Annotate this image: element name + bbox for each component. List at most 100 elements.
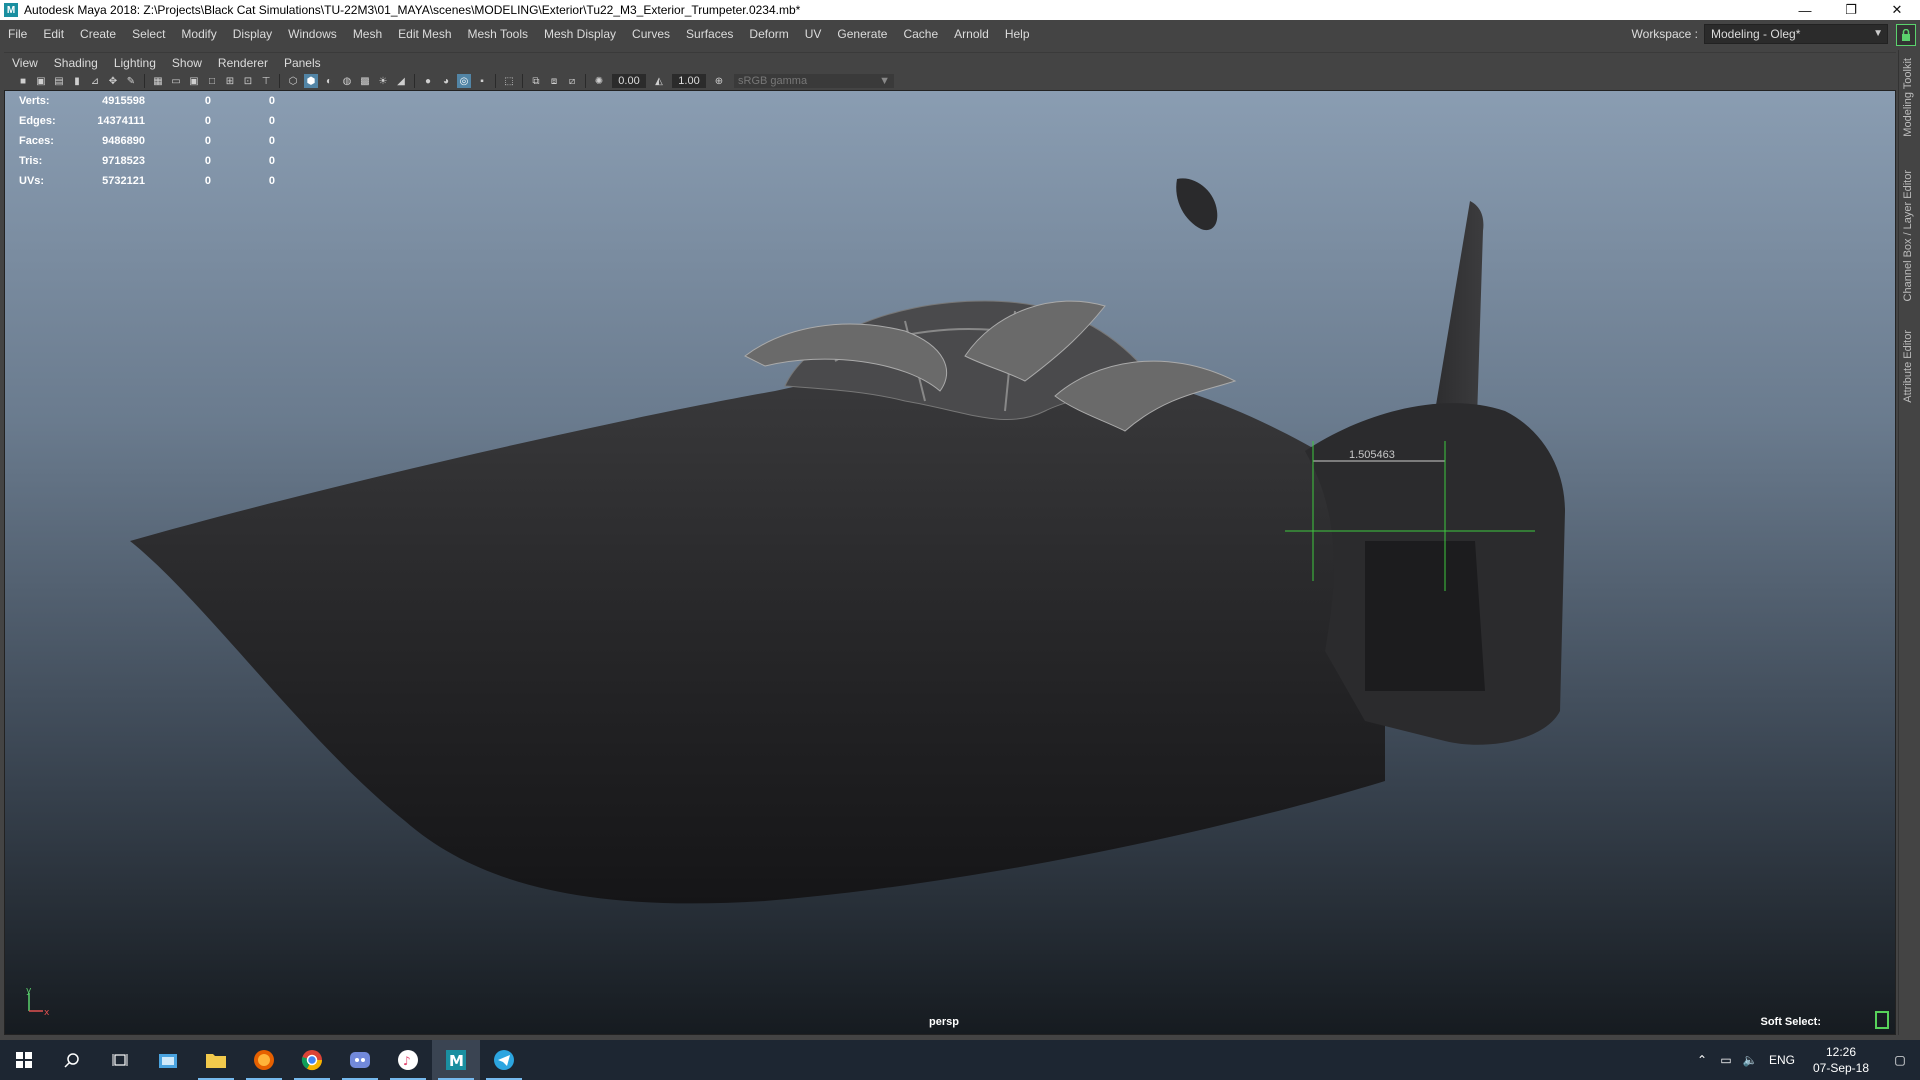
resolution-gate-icon[interactable]: ▣ xyxy=(187,74,201,88)
telegram-button[interactable] xyxy=(480,1040,528,1080)
network-icon[interactable]: ▭ xyxy=(1714,1053,1738,1067)
menu-mesh-tools[interactable]: Mesh Tools xyxy=(460,20,536,50)
safe-title-icon[interactable]: ⊤ xyxy=(259,74,273,88)
hud-value: 5732121 xyxy=(102,175,145,187)
depth-of-field-icon[interactable]: ▪ xyxy=(475,74,489,88)
menu-modify[interactable]: Modify xyxy=(173,20,224,50)
menu-mesh-display[interactable]: Mesh Display xyxy=(536,20,624,50)
panel-menu-shading[interactable]: Shading xyxy=(46,56,106,70)
workspace-label: Workspace : xyxy=(1631,27,1698,41)
hud-component: 0 xyxy=(268,135,275,147)
menu-surfaces[interactable]: Surfaces xyxy=(678,20,741,50)
xray-active-components-icon[interactable]: ⧈ xyxy=(547,74,561,88)
firefox-icon xyxy=(254,1050,274,1070)
volume-icon[interactable]: 🔈 xyxy=(1738,1053,1762,1067)
camera-attributes-icon[interactable]: ▤ xyxy=(52,74,66,88)
close-button[interactable]: ✕ xyxy=(1874,0,1920,20)
grid-icon[interactable]: ▦ xyxy=(151,74,165,88)
wireframe-on-shaded-icon[interactable]: ◍ xyxy=(340,74,354,88)
menu-mesh[interactable]: Mesh xyxy=(345,20,390,50)
use-all-lights-icon[interactable]: ☀ xyxy=(376,74,390,88)
chrome-button[interactable] xyxy=(288,1040,336,1080)
discord-button[interactable] xyxy=(336,1040,384,1080)
default-material-icon[interactable]: ◐ xyxy=(322,74,336,88)
hud-label: Tris: xyxy=(19,155,43,167)
clock[interactable]: 12:26 07-Sep-18 xyxy=(1802,1044,1880,1076)
motion-blur-icon[interactable]: ◕ xyxy=(439,74,453,88)
chevron-up-icon[interactable]: ⌃ xyxy=(1690,1053,1714,1067)
floating-panel[interactable] xyxy=(1176,178,1218,231)
tab-attribute-editor[interactable]: Attribute Editor xyxy=(1902,330,1914,403)
menu-cache[interactable]: Cache xyxy=(895,20,946,50)
menu-create[interactable]: Create xyxy=(72,20,124,50)
task-view-button[interactable] xyxy=(96,1040,144,1080)
panel-menu-lighting[interactable]: Lighting xyxy=(106,56,164,70)
exposure-field[interactable]: 0.00 xyxy=(612,74,646,88)
textured-icon[interactable]: ▩ xyxy=(358,74,372,88)
xray-joints-icon[interactable]: ⧄ xyxy=(565,74,579,88)
field-chart-icon[interactable]: ⊞ xyxy=(223,74,237,88)
2d-pan-zoom-icon[interactable]: ✥ xyxy=(106,74,120,88)
menu-select[interactable]: Select xyxy=(124,20,173,50)
fuselage-mesh[interactable] xyxy=(130,364,1385,904)
menu-edit-mesh[interactable]: Edit Mesh xyxy=(390,20,459,50)
workspace-dropdown[interactable]: Modeling - Oleg* ▼ xyxy=(1704,24,1888,44)
view-transform-dropdown[interactable]: sRGB gamma ▼ xyxy=(734,74,894,88)
wireframe-icon[interactable]: ⬡ xyxy=(286,74,300,88)
bookmark-icon[interactable]: ▮ xyxy=(70,74,84,88)
maya-button[interactable]: M xyxy=(432,1040,480,1080)
panel-menu-show[interactable]: Show xyxy=(164,56,210,70)
firefox-button[interactable] xyxy=(240,1040,288,1080)
lock-button[interactable] xyxy=(1896,24,1916,46)
language-indicator[interactable]: ENG xyxy=(1762,1053,1802,1067)
menu-uv[interactable]: UV xyxy=(797,20,830,50)
tab-modeling-toolkit[interactable]: Modeling Toolkit xyxy=(1902,58,1914,137)
hud-selected: 0 xyxy=(204,155,211,167)
grease-pencil-icon[interactable]: ✎ xyxy=(124,74,138,88)
camera-lock-icon[interactable]: ▣ xyxy=(34,74,48,88)
workspace-selector: Workspace : Modeling - Oleg* ▼ xyxy=(1632,24,1888,44)
image-plane-icon[interactable]: ⊿ xyxy=(88,74,102,88)
gamma-field[interactable]: 1.00 xyxy=(672,74,706,88)
tab-channel-box[interactable]: Channel Box / Layer Editor xyxy=(1902,170,1914,301)
menu-windows[interactable]: Windows xyxy=(280,20,345,50)
menu-display[interactable]: Display xyxy=(225,20,280,50)
menu-arnold[interactable]: Arnold xyxy=(946,20,997,50)
anti-aliasing-icon[interactable]: ◎ xyxy=(457,74,471,88)
shadows-icon[interactable]: ◢ xyxy=(394,74,408,88)
search-button[interactable] xyxy=(48,1040,96,1080)
exposure-icon[interactable]: ✺ xyxy=(592,74,606,88)
viewport-persp[interactable]: Verts: 4915598 0 0 Edges: 14374111 0 0 F… xyxy=(4,90,1896,1035)
restore-button[interactable]: ❐ xyxy=(1828,0,1874,20)
poly-count-hud: Verts: 4915598 0 0 Edges: 14374111 0 0 F… xyxy=(19,91,275,191)
smooth-shade-icon[interactable]: ⬢ xyxy=(304,74,318,88)
isolate-select-icon[interactable]: ⬚ xyxy=(502,74,516,88)
minimize-button[interactable]: — xyxy=(1782,0,1828,20)
store-icon xyxy=(159,1054,177,1068)
ambient-occlusion-icon[interactable]: ● xyxy=(421,74,435,88)
store-button[interactable] xyxy=(144,1040,192,1080)
menu-generate[interactable]: Generate xyxy=(829,20,895,50)
film-gate-icon[interactable]: ▭ xyxy=(169,74,183,88)
menu-edit[interactable]: Edit xyxy=(35,20,72,50)
gamma-icon[interactable]: ◭ xyxy=(652,74,666,88)
hud-selected: 0 xyxy=(204,135,211,147)
telegram-icon xyxy=(494,1050,514,1070)
panel-menu-view[interactable]: View xyxy=(4,56,46,70)
menu-curves[interactable]: Curves xyxy=(624,20,678,50)
notification-icon[interactable]: ▢ xyxy=(1880,1053,1920,1067)
start-button[interactable] xyxy=(0,1040,48,1080)
menu-file[interactable]: File xyxy=(0,20,35,50)
gate-mask-icon[interactable]: □ xyxy=(205,74,219,88)
color-management-icon[interactable]: ⊕ xyxy=(712,74,726,88)
menu-deform[interactable]: Deform xyxy=(741,20,796,50)
safe-action-icon[interactable]: ⊡ xyxy=(241,74,255,88)
itunes-button[interactable]: ♪ xyxy=(384,1040,432,1080)
panel-menu-renderer[interactable]: Renderer xyxy=(210,56,276,70)
measure-distance-label: 1.505463 xyxy=(1349,449,1395,461)
xray-icon[interactable]: ⧉ xyxy=(529,74,543,88)
panel-menu-panels[interactable]: Panels xyxy=(276,56,329,70)
camera-select-icon[interactable]: ■ xyxy=(16,74,30,88)
file-explorer-button[interactable] xyxy=(192,1040,240,1080)
menu-help[interactable]: Help xyxy=(997,20,1038,50)
